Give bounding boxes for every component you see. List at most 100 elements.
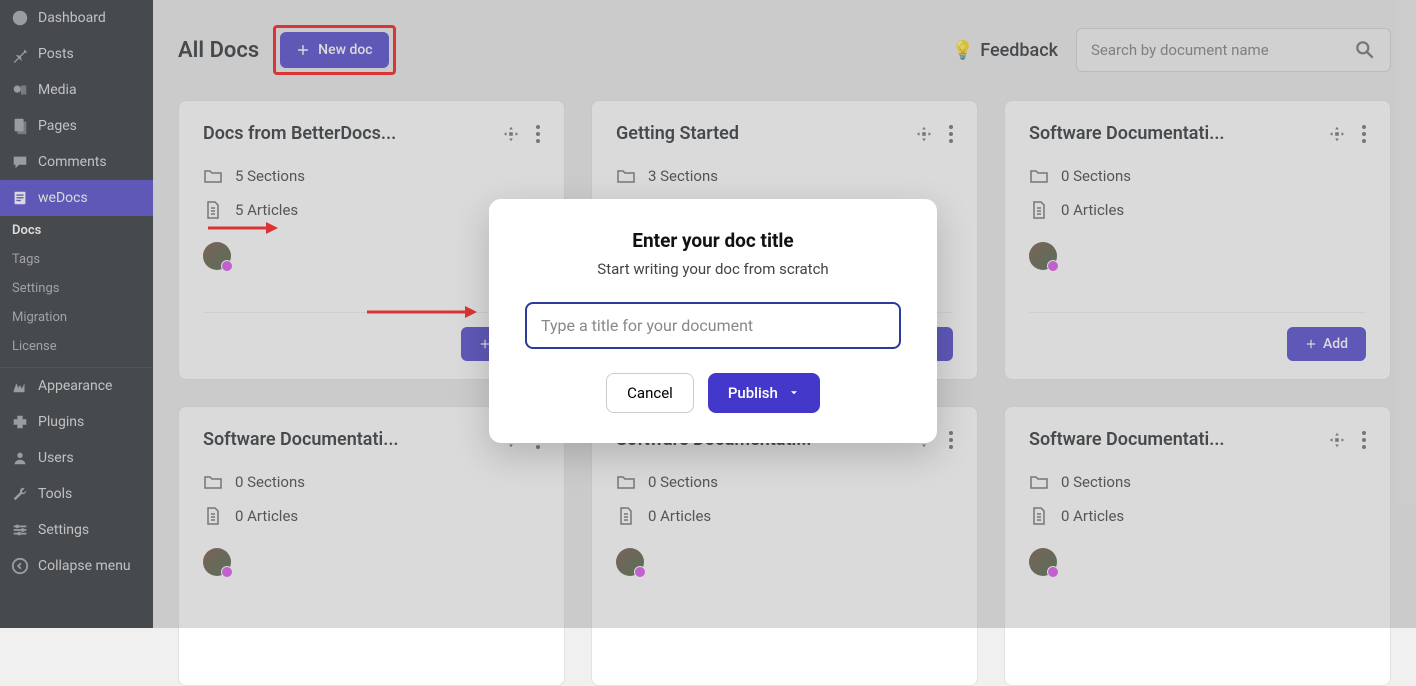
bulb-icon: 💡 (952, 40, 974, 61)
avatar (203, 242, 231, 270)
sidebar-item-label: Posts (38, 46, 74, 62)
card-title[interactable]: Software Documentati... (203, 429, 399, 450)
sidebar-submenu: Docs Tags Settings Migration License (0, 216, 153, 368)
sections-text: 0 Sections (235, 473, 305, 491)
cancel-button[interactable]: Cancel (606, 373, 694, 413)
card-title[interactable]: Getting Started (616, 123, 739, 144)
sidebar-item-tools[interactable]: Tools (0, 476, 153, 512)
collapse-icon (10, 556, 30, 576)
sidebar-item-label: Comments (38, 154, 107, 170)
sidebar-item-appearance[interactable]: Appearance (0, 368, 153, 404)
arrow-annotation (208, 219, 278, 238)
sidebar-sub-settings[interactable]: Settings (0, 274, 153, 303)
search-box[interactable] (1076, 28, 1391, 72)
plus-icon (1305, 338, 1317, 350)
articles-text: 0 Articles (648, 507, 711, 525)
sidebar-item-label: Appearance (38, 378, 112, 394)
header-right: 💡 Feedback (952, 28, 1391, 72)
sidebar-sub-license[interactable]: License (0, 332, 153, 361)
sidebar-item-label: Collapse menu (38, 558, 131, 574)
more-icon[interactable] (1362, 431, 1366, 449)
wedocs-icon (10, 188, 30, 208)
more-icon[interactable] (949, 125, 953, 143)
more-icon[interactable] (536, 125, 540, 143)
more-icon[interactable] (1362, 125, 1366, 143)
sidebar-item-wedocs[interactable]: weDocs (0, 180, 153, 216)
articles-row: 0 Articles (1029, 506, 1366, 526)
sidebar-item-settings[interactable]: Settings (0, 512, 153, 548)
sidebar-item-media[interactable]: Media (0, 72, 153, 108)
sections-text: 5 Sections (235, 167, 305, 185)
drag-icon[interactable] (1328, 125, 1346, 143)
new-doc-modal: Enter your doc title Start writing your … (489, 199, 937, 443)
comments-icon (10, 152, 30, 172)
drag-icon[interactable] (502, 125, 520, 143)
sections-row: 0 Sections (203, 472, 540, 492)
file-icon (616, 506, 636, 526)
sections-row: 0 Sections (616, 472, 953, 492)
folder-icon (616, 166, 636, 186)
media-icon (10, 80, 30, 100)
sidebar-item-pages[interactable]: Pages (0, 108, 153, 144)
card-title[interactable]: Docs from BetterDocs... (203, 123, 396, 144)
card-controls (1328, 431, 1366, 449)
sidebar-item-label: Tools (38, 486, 72, 502)
modal-actions: Cancel Publish (525, 373, 901, 413)
file-icon (1029, 506, 1049, 526)
appearance-icon (10, 376, 30, 396)
doc-card: Software Documentati... 0 Sections 0 Art… (1004, 100, 1391, 380)
doc-title-input[interactable] (525, 302, 901, 349)
feedback-label: Feedback (980, 40, 1058, 61)
sidebar-sub-docs[interactable]: Docs (0, 216, 153, 245)
card-meta: 0 Sections 0 Articles (616, 472, 953, 526)
admin-sidebar: Dashboard Posts Media Pages Comments weD… (0, 0, 153, 628)
card-meta: 0 Sections 0 Articles (203, 472, 540, 526)
feedback-link[interactable]: 💡 Feedback (952, 40, 1058, 61)
pages-icon (10, 116, 30, 136)
articles-text: 0 Articles (235, 507, 298, 525)
drag-icon[interactable] (915, 125, 933, 143)
add-button[interactable]: Add (1287, 327, 1366, 361)
users-icon (10, 448, 30, 468)
articles-text: 0 Articles (1061, 507, 1124, 525)
sidebar-item-label: Pages (38, 118, 77, 134)
sidebar-item-plugins[interactable]: Plugins (0, 404, 153, 440)
drag-icon[interactable] (1328, 431, 1346, 449)
publish-button[interactable]: Publish (708, 373, 820, 413)
sidebar-item-dashboard[interactable]: Dashboard (0, 0, 153, 36)
folder-icon (616, 472, 636, 492)
sections-text: 0 Sections (648, 473, 718, 491)
articles-row: 0 Articles (203, 506, 540, 526)
sidebar-item-label: Plugins (38, 414, 84, 430)
sidebar-sub-migration[interactable]: Migration (0, 303, 153, 332)
sidebar-item-comments[interactable]: Comments (0, 144, 153, 180)
sections-text: 0 Sections (1061, 167, 1131, 185)
folder-icon (1029, 166, 1049, 186)
doc-card: Software Documentati... 0 Sections 0 Art… (591, 406, 978, 686)
page-header: All Docs New doc 💡 Feedback (178, 25, 1391, 75)
sidebar-item-posts[interactable]: Posts (0, 36, 153, 72)
sections-text: 3 Sections (648, 167, 718, 185)
sidebar-item-collapse[interactable]: Collapse menu (0, 548, 153, 584)
modal-title: Enter your doc title (525, 229, 901, 252)
dashboard-icon (10, 8, 30, 28)
page-title: All Docs (178, 38, 259, 63)
card-title[interactable]: Software Documentati... (1029, 123, 1225, 144)
card-title[interactable]: Software Documentati... (1029, 429, 1225, 450)
new-doc-button[interactable]: New doc (280, 32, 388, 68)
articles-row: 0 Articles (1029, 200, 1366, 220)
sections-row: 0 Sections (1029, 166, 1366, 186)
pin-icon (10, 44, 30, 64)
modal-subtitle: Start writing your doc from scratch (525, 260, 901, 278)
sidebar-item-label: Dashboard (38, 10, 106, 26)
folder-icon (1029, 472, 1049, 492)
card-controls (502, 125, 540, 143)
avatar (1029, 242, 1057, 270)
sidebar-sub-tags[interactable]: Tags (0, 245, 153, 274)
sidebar-item-users[interactable]: Users (0, 440, 153, 476)
search-input[interactable] (1091, 41, 1354, 59)
more-icon[interactable] (949, 431, 953, 449)
avatar (203, 548, 231, 576)
chevron-down-icon (788, 387, 800, 399)
plugins-icon (10, 412, 30, 432)
